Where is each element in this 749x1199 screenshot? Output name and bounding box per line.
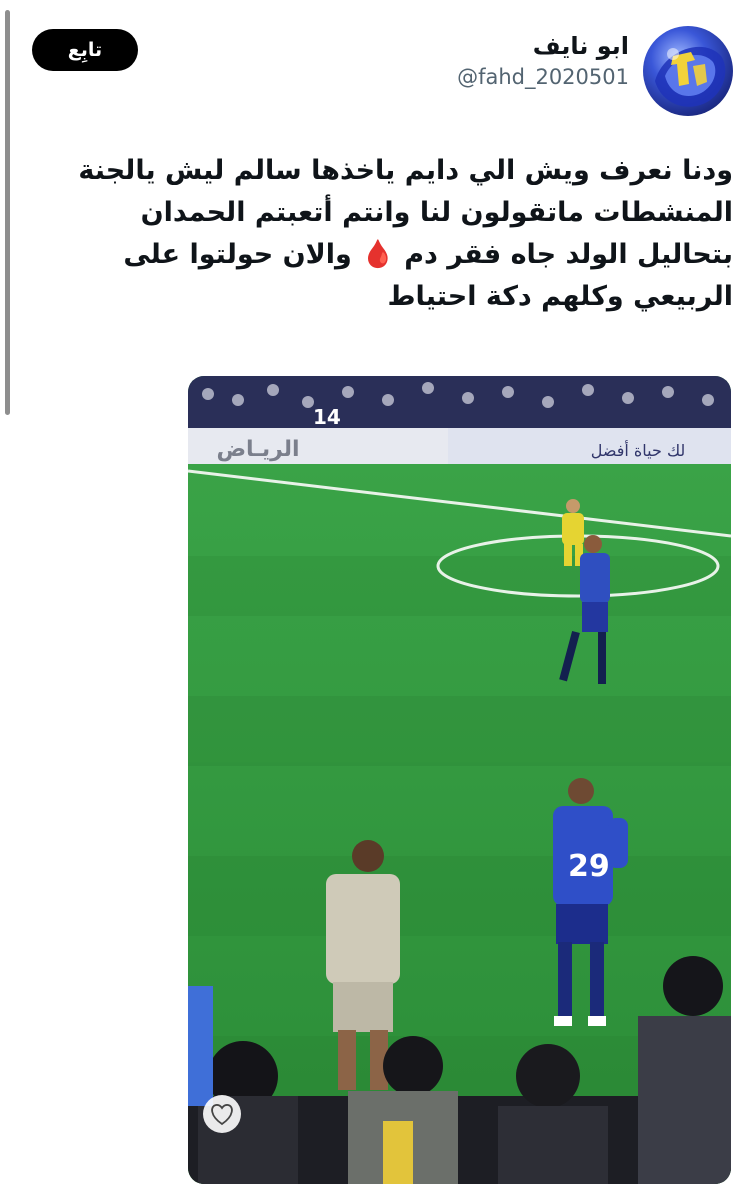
ad-board-left-text: الريـاض: [216, 437, 299, 462]
stand-number: 14: [313, 405, 341, 429]
tweet-screen: تابِع ابو نايف @fahd_2020501 ودنا نعرف و…: [0, 0, 749, 1199]
crowd-stand: [188, 376, 731, 428]
video-frame: 14 الريـاض لك حياة أفضل 29: [188, 376, 731, 1184]
avatar-logo-icon: [655, 46, 726, 107]
tweet-line: المنشطات ماتقولون لنا وانتم أتعبتم الحمد…: [140, 197, 733, 228]
tweet-line: بتحاليل الولد جاه فقر دم 🩸 والان حولتوا …: [123, 239, 733, 270]
display-name[interactable]: ابو نايف: [457, 30, 629, 62]
avatar[interactable]: [643, 26, 733, 116]
tweet-line: الربيعي وكلهم دكة احتياط: [387, 281, 733, 312]
user-handle[interactable]: @fahd_2020501: [457, 62, 629, 92]
ad-board-right-text: لك حياة أفضل: [591, 440, 686, 460]
jersey-number: 29: [568, 849, 610, 884]
user-info[interactable]: ابو نايف @fahd_2020501: [457, 30, 629, 92]
tweet-text: ودنا نعرف ويش الي دايم ياخذها سالم ليش ي…: [13, 150, 733, 318]
heart-icon[interactable]: [202, 1094, 242, 1134]
follow-button[interactable]: تابِع: [32, 29, 138, 71]
scroll-indicator[interactable]: [5, 10, 10, 415]
tweet-line: ودنا نعرف ويش الي دايم ياخذها سالم ليش ي…: [78, 155, 733, 186]
tweet-media-video[interactable]: 14 الريـاض لك حياة أفضل 29: [188, 376, 731, 1184]
